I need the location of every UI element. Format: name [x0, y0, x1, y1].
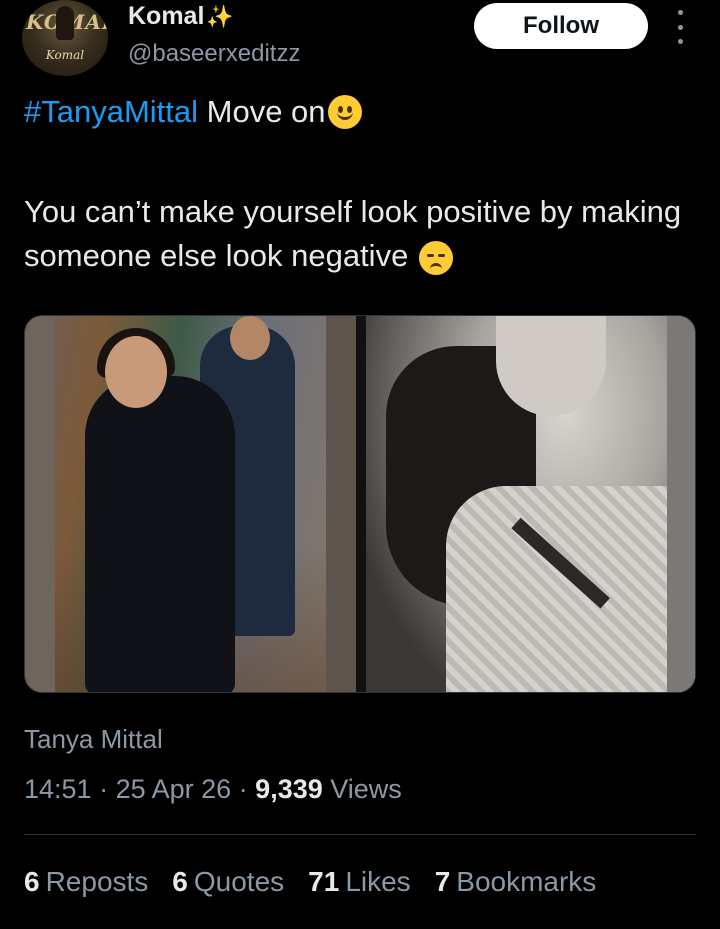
tweet-detail: KOMAL Komal Komal✨ @baseerxeditzz Follow…: [0, 0, 720, 929]
avatar[interactable]: KOMAL Komal: [22, 0, 108, 76]
hashtag-link[interactable]: #TanyaMittal: [24, 94, 198, 130]
bookmarks-stat[interactable]: 7 Bookmarks: [435, 866, 597, 898]
author-name-text: Komal: [128, 2, 205, 30]
tweet-body-text: You can’t make yourself look positive by…: [24, 194, 682, 273]
tweet-line1-text: Move on: [198, 94, 326, 129]
likes-stat[interactable]: 71 Likes: [308, 866, 411, 898]
quotes-label: Quotes: [193, 866, 285, 897]
tweet-meta: 14:51 · 25 Apr 26 · 9,339 Views: [24, 774, 402, 805]
pensive-face-icon: [418, 240, 453, 275]
quotes-stat[interactable]: 6 Quotes: [172, 866, 284, 898]
avatar-text-bottom: Komal: [45, 48, 85, 62]
meta-separator: ·: [91, 774, 116, 804]
avatar-figure: [56, 6, 74, 40]
sparkles-icon: ✨: [206, 4, 234, 29]
media-caption[interactable]: Tanya Mittal: [24, 724, 163, 755]
follow-button[interactable]: Follow: [474, 3, 648, 49]
author-handle[interactable]: @baseerxeditzz: [128, 40, 300, 68]
likes-count: 71: [308, 866, 340, 897]
bookmarks-label: Bookmarks: [456, 866, 597, 897]
tweet-media[interactable]: [24, 315, 696, 693]
more-options-icon[interactable]: [670, 10, 690, 44]
reposts-label: Reposts: [45, 866, 149, 897]
tweet-text-line1: #TanyaMittal Move on: [24, 94, 362, 130]
reposts-count: 6: [24, 866, 40, 897]
media-image-right[interactable]: [366, 316, 695, 692]
slightly-smiling-face-icon: [327, 95, 362, 129]
views-label: Views: [322, 774, 402, 804]
quotes-count: 6: [172, 866, 188, 897]
author-name[interactable]: Komal✨: [128, 2, 234, 31]
views-count: 9,339: [255, 774, 323, 804]
reposts-stat[interactable]: 6 Reposts: [24, 866, 148, 898]
divider: [24, 834, 696, 835]
tweet-body: You can’t make yourself look positive by…: [24, 190, 704, 278]
tweet-date[interactable]: 25 Apr 26: [116, 774, 232, 804]
meta-separator: ·: [231, 774, 256, 804]
media-image-left[interactable]: [25, 316, 356, 692]
likes-label: Likes: [345, 866, 411, 897]
tweet-header: KOMAL Komal Komal✨ @baseerxeditzz Follow: [0, 0, 720, 80]
tweet-time[interactable]: 14:51: [24, 774, 92, 804]
bookmarks-count: 7: [434, 866, 451, 897]
engagement-stats: 6 Reposts 6 Quotes 71 Likes 7 Bookmarks: [24, 862, 620, 902]
